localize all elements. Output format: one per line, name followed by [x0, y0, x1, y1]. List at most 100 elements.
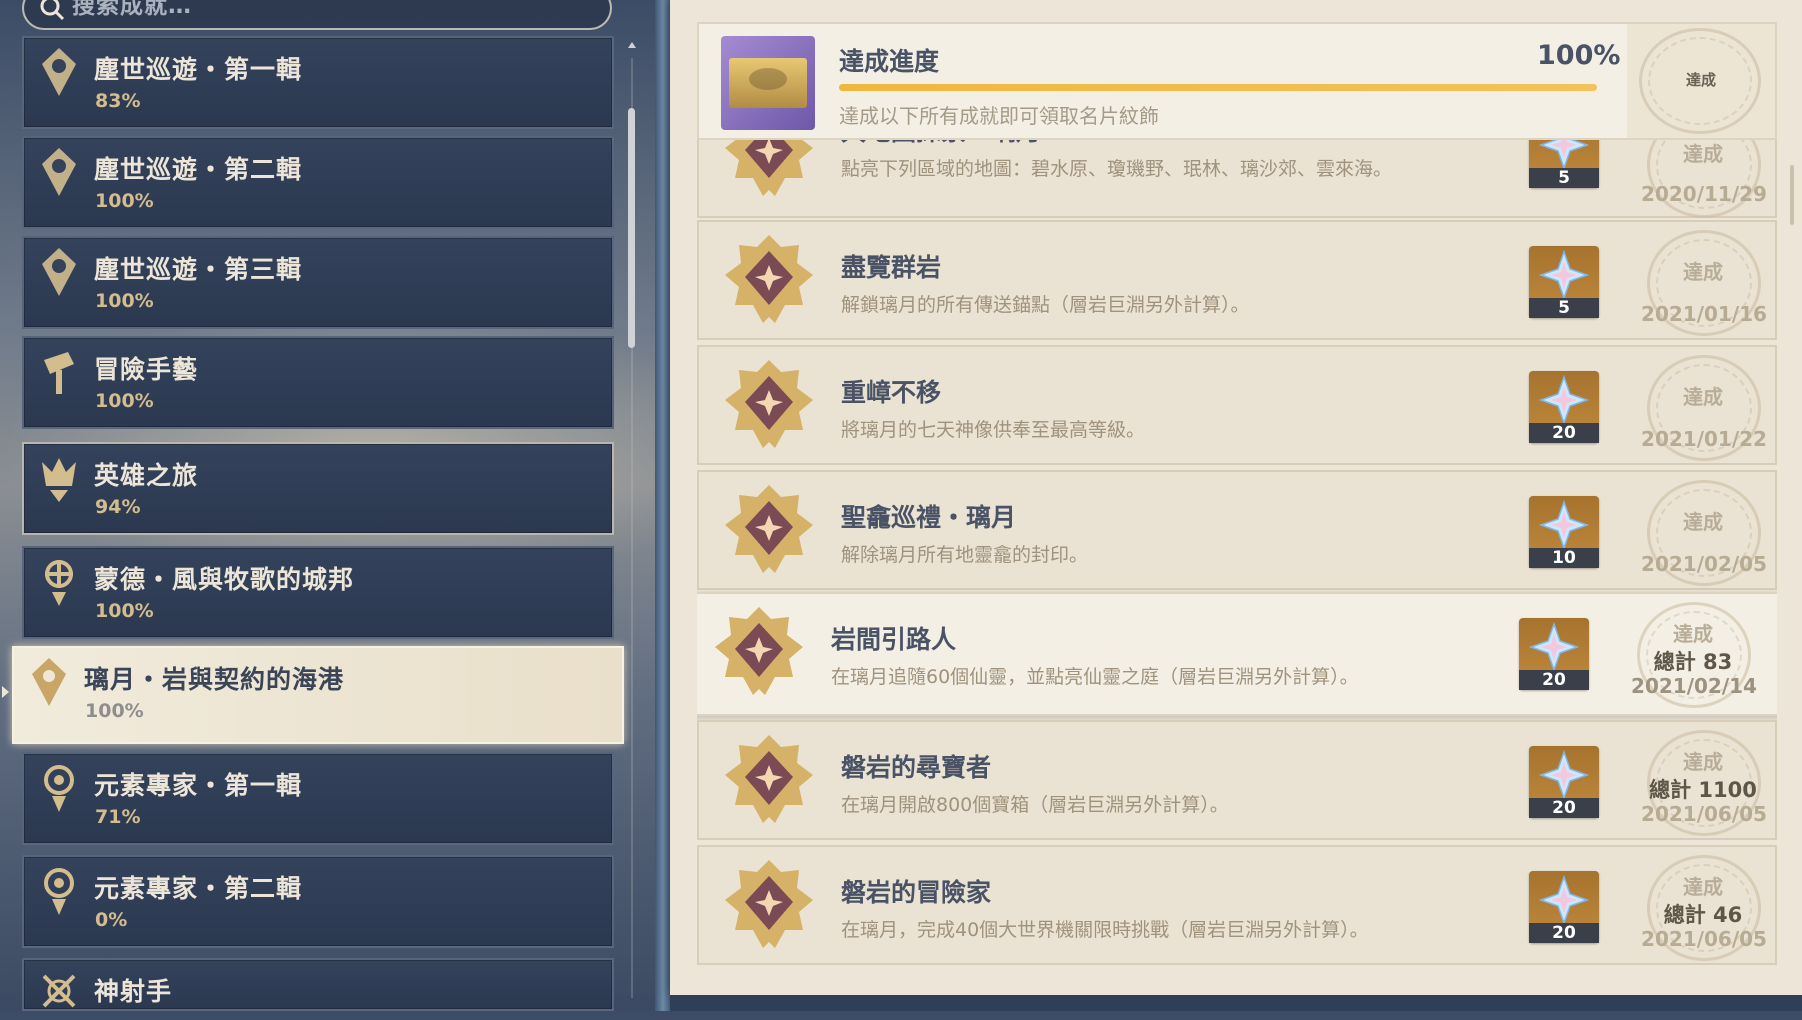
achievement-name: 大地圖探索・璃月 [841, 140, 1041, 148]
achievement-name: 磐岩的尋寶者 [841, 753, 992, 782]
category-title: 英雄之旅 [94, 461, 199, 490]
scroll-thumb[interactable] [628, 108, 635, 348]
completion-date: 2021/06/05 [1641, 802, 1767, 826]
category-percent: 94% [95, 496, 141, 518]
reward-count: 20 [1529, 923, 1599, 943]
stamp-label: 達成 [1683, 875, 1723, 899]
stamp-label: 達成 [1673, 622, 1713, 646]
reward-count: 5 [1529, 298, 1599, 318]
achievement-row[interactable]: 大地圖探索・璃月點亮下列區域的地圖：碧水原、瓊璣野、珉林、璃沙郊、雲來海。 5 達成… [697, 140, 1777, 218]
achievement-badge-icon [715, 607, 803, 695]
stamp-total: 總計 83 [1653, 650, 1733, 674]
search-icon [40, 0, 65, 21]
achievement-description: 在璃月追隨60個仙靈，並點亮仙靈之庭（層岩巨淵另外計算）。 [831, 666, 1359, 688]
achievement-row[interactable]: 磐岩的尋寶者 在璃月開啟800個寶箱（層岩巨淵另外計算）。 20 達成 總計 1100 2… [697, 720, 1777, 840]
progress-bar [839, 84, 1597, 91]
category-percent: 83% [95, 90, 141, 112]
primogem-icon [1539, 500, 1589, 550]
panel-divider [655, 0, 671, 1011]
achievement-badge-icon [725, 735, 813, 823]
achievement-row[interactable]: 聖龕巡禮・璃月 解除璃月所有地靈龕的封印。 10 達成 2021/02/05 [697, 470, 1777, 590]
category-title: 塵世巡遊・第三輯 [94, 255, 303, 284]
category-percent: 100% [95, 290, 154, 312]
achievement-badge-icon [725, 235, 813, 323]
category-item-elemental-1[interactable]: 元素專家・第一輯 71% [22, 752, 614, 845]
category-title: 神射手 [94, 977, 173, 1006]
category-scrollbar[interactable] [628, 38, 636, 998]
category-item-wonders-3[interactable]: 塵世巡遊・第三輯 100% [22, 236, 614, 329]
stamp-label: 達成 [1683, 385, 1723, 409]
completion-date: 2021/02/05 [1641, 552, 1767, 576]
achievement-description: 解除璃月所有地靈龕的封印。 [841, 544, 1089, 566]
progress-percent: 100% [1537, 40, 1621, 71]
progress-title: 達成進度 [839, 47, 940, 76]
category-percent: 100% [95, 600, 154, 622]
category-title: 冒險手藝 [94, 355, 199, 384]
progress-description: 達成以下所有成就即可領取名片紋飾 [839, 104, 1159, 128]
category-panel: 搜索成就… 塵世巡遊・第一輯 83% 塵世巡遊・第二輯 100% 塵世巡遊・第三… [0, 0, 660, 1011]
completion-date: 2021/01/16 [1641, 302, 1767, 326]
category-item-hero[interactable]: 英雄之旅 94% [22, 442, 614, 535]
category-item-crafting[interactable]: 冒險手藝 100% [22, 336, 614, 429]
primogem-icon [1539, 140, 1589, 170]
primogem-reward[interactable]: 20 [1529, 871, 1599, 943]
reward-count: 20 [1529, 798, 1599, 818]
achievement-description: 點亮下列區域的地圖：碧水原、瓊璣野、珉林、璃沙郊、雲來海。 [841, 158, 1393, 180]
achievement-row[interactable]: 盡覽群岩 解鎖璃月的所有傳送錨點（層岩巨淵另外計算）。 5 達成 2021/01/16 [697, 220, 1777, 340]
primogem-icon [1539, 875, 1589, 925]
achievement-row[interactable]: 岩間引路人 在璃月追隨60個仙靈，並點亮仙靈之庭（層岩巨淵另外計算）。 20 達成 總計… [697, 592, 1777, 716]
achievement-emblem-icon [42, 48, 76, 96]
windwheel-emblem-icon [45, 560, 73, 606]
category-item-elemental-2[interactable]: 元素專家・第二輯 0% [22, 855, 614, 948]
category-title: 塵世巡遊・第二輯 [94, 155, 303, 184]
completion-date: 2021/02/14 [1631, 674, 1757, 698]
progress-bar-fill [839, 84, 1597, 91]
category-item-wonders-2[interactable]: 塵世巡遊・第二輯 100% [22, 136, 614, 229]
achievement-scroll-thumb[interactable] [1790, 165, 1794, 225]
primogem-reward[interactable]: 5 [1529, 140, 1599, 188]
category-item-marksman[interactable]: 神射手 [22, 958, 614, 1011]
primogem-icon [1539, 250, 1589, 300]
elemental-emblem-icon [44, 868, 74, 915]
completion-seal: 達成 [1627, 24, 1775, 138]
category-title: 塵世巡遊・第一輯 [94, 55, 303, 84]
reward-count: 10 [1529, 548, 1599, 568]
achievement-list: 大地圖探索・璃月點亮下列區域的地圖：碧水原、瓊璣野、珉林、璃沙郊、雲來海。 5 達成… [697, 140, 1777, 970]
primogem-reward[interactable]: 20 [1529, 371, 1599, 443]
achievement-row[interactable]: 磐岩的冒險家 在璃月，完成40個大世界機關限時挑戰（層岩巨淵另外計算）。 20 達成總… [697, 845, 1777, 965]
primogem-icon [1539, 375, 1589, 425]
primogem-reward[interactable]: 5 [1529, 246, 1599, 318]
category-item-wonders-1[interactable]: 塵世巡遊・第一輯 83% [22, 36, 614, 129]
elemental-emblem-icon [44, 765, 74, 812]
category-item-mondstadt[interactable]: 蒙德・風與牧歌的城邦 100% [22, 546, 614, 639]
scroll-up-arrow-icon[interactable] [628, 42, 636, 48]
category-item-liyue[interactable]: 璃月・岩與契約的海港 100% [12, 646, 624, 744]
category-title: 元素專家・第二輯 [94, 874, 303, 903]
achievement-badge-icon [725, 140, 813, 196]
reward-count: 5 [1529, 168, 1599, 188]
category-title: 元素專家・第一輯 [94, 771, 303, 800]
primogem-reward[interactable]: 20 [1529, 746, 1599, 818]
stamp-total: 總計 46 [1663, 903, 1743, 927]
namecard-reward-image[interactable] [721, 36, 815, 130]
stamp-total: 總計 1100 [1649, 778, 1757, 802]
search-input[interactable]: 搜索成就… [22, 0, 612, 30]
achievement-emblem-icon [42, 248, 76, 296]
completion-date: 2021/06/05 [1641, 927, 1767, 951]
achievement-panel: 達成進度 100% 達成以下所有成就即可領取名片紋飾 達成 大地圖探索・璃月點亮… [670, 0, 1802, 995]
achievement-description: 在璃月，完成40個大世界機關限時挑戰（層岩巨淵另外計算）。 [841, 919, 1369, 941]
geo-emblem-icon [32, 658, 66, 706]
primogem-reward[interactable]: 10 [1529, 496, 1599, 568]
bottom-strip [670, 995, 1802, 1011]
category-title: 璃月・岩與契約的海港 [84, 665, 345, 694]
achievement-badge-icon [725, 485, 813, 573]
category-title: 蒙德・風與牧歌的城邦 [94, 565, 355, 594]
completion-stamp: 達成 [1629, 140, 1777, 220]
completion-date: 2021/01/22 [1641, 427, 1767, 451]
primogem-icon [1529, 622, 1579, 672]
category-percent: 0% [95, 909, 128, 931]
primogem-reward[interactable]: 20 [1519, 618, 1589, 690]
achievement-row[interactable]: 重嶂不移 將璃月的七天神像供奉至最高等級。 20 達成 2021/01/22 [697, 345, 1777, 465]
stamp-label: 達成 [1683, 510, 1723, 534]
achievement-description: 解鎖璃月的所有傳送錨點（層岩巨淵另外計算）。 [841, 294, 1250, 316]
